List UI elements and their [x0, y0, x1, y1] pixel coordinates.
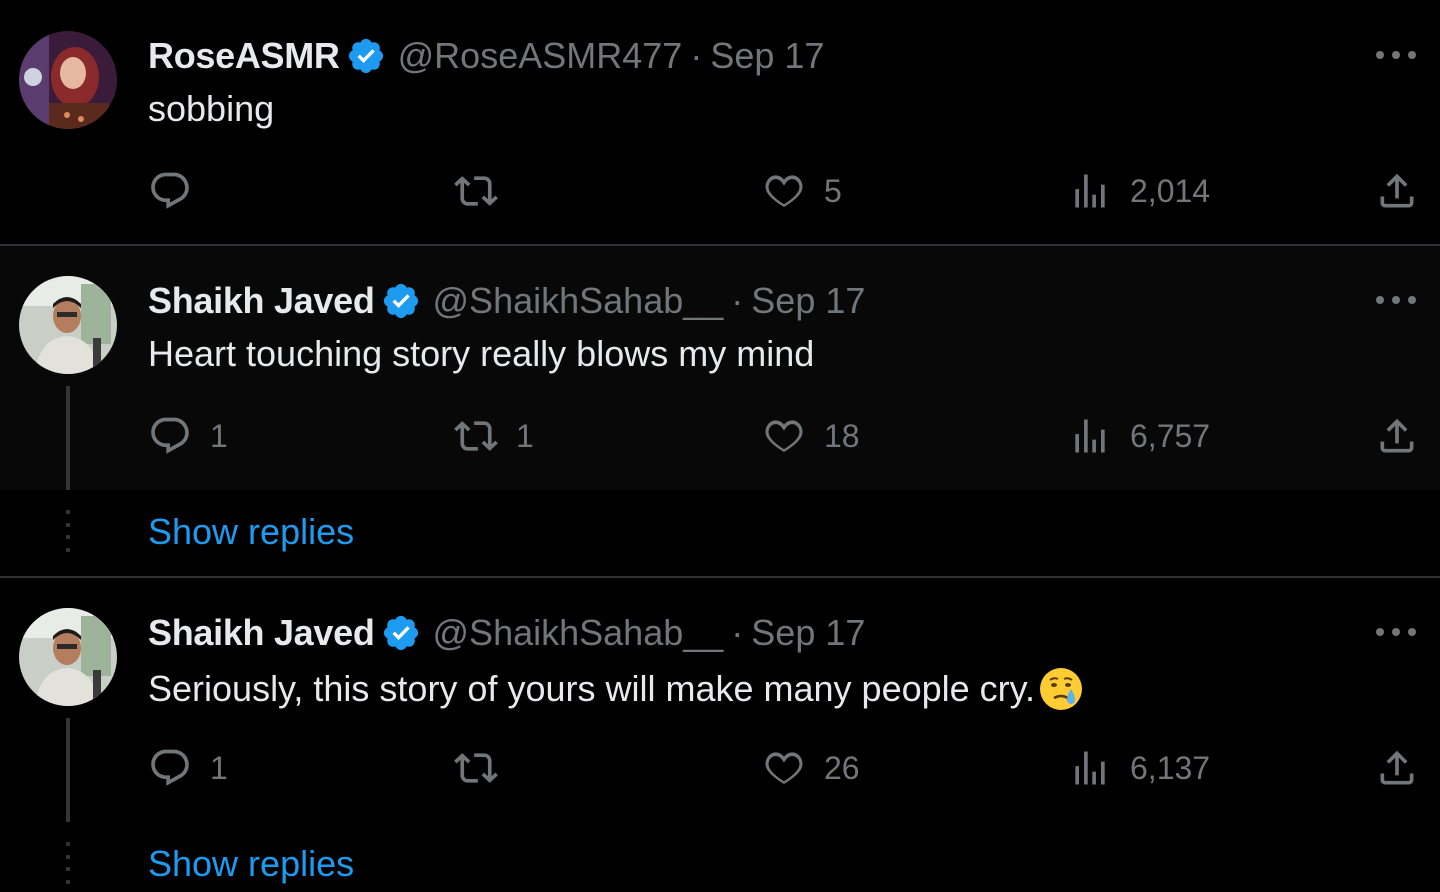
like-button[interactable]: 18 — [762, 411, 860, 461]
tweet-roseasmr[interactable]: RoseASMR @RoseASMR477 · Sep 17 sobbing 5 — [0, 0, 1440, 244]
like-button[interactable]: 26 — [762, 743, 860, 793]
comment-bubble-icon — [151, 749, 189, 786]
views-button[interactable]: 6,137 — [1068, 743, 1210, 793]
avatar[interactable] — [19, 31, 117, 129]
tweet-shaikh-javed-1[interactable]: Shaikh Javed @ShaikhSahab__ · Sep 17 Hea… — [0, 246, 1440, 490]
tweet-date[interactable]: Sep 17 — [751, 612, 865, 654]
more-dots-icon[interactable] — [1376, 40, 1416, 70]
show-replies-link[interactable]: Show replies — [148, 843, 354, 885]
retweet-button[interactable] — [454, 166, 498, 216]
like-count: 26 — [824, 749, 860, 786]
bar-chart-icon — [1075, 174, 1105, 208]
reply-button[interactable]: 1 — [148, 743, 228, 793]
user-handle[interactable]: @ShaikhSahab__ — [433, 280, 724, 322]
like-count: 5 — [824, 172, 842, 209]
thread-dots — [66, 510, 70, 552]
tweet-text-row: Seriously, this story of yours will make… — [148, 665, 1085, 713]
like-button[interactable]: 5 — [762, 166, 842, 216]
display-name[interactable]: RoseASMR — [148, 35, 340, 77]
bar-chart-icon — [1075, 751, 1105, 785]
more-dots-icon[interactable] — [1376, 617, 1416, 647]
retweet-button[interactable]: 1 — [454, 411, 534, 461]
separator-dot: · — [731, 280, 744, 321]
separator-dot: · — [690, 35, 703, 76]
show-replies-link[interactable]: Show replies — [148, 511, 354, 553]
separator-dot: · — [731, 612, 744, 653]
user-handle[interactable]: @ShaikhSahab__ — [433, 612, 724, 654]
tweet-date[interactable]: Sep 17 — [710, 35, 824, 77]
tweet-date[interactable]: Sep 17 — [751, 280, 865, 322]
tweet-header: RoseASMR @RoseASMR477 · Sep 17 — [148, 33, 824, 79]
tweet-shaikh-javed-2[interactable]: Shaikh Javed @ShaikhSahab__ · Sep 17 Ser… — [0, 578, 1440, 822]
share-icon — [1380, 173, 1414, 208]
tweet-actions: 1 26 6,137 — [0, 743, 1440, 793]
reply-button[interactable]: 1 — [148, 411, 228, 461]
reply-feed: RoseASMR @RoseASMR477 · Sep 17 sobbing 5 — [0, 0, 1440, 892]
tweet-text: sobbing — [148, 88, 275, 129]
share-button[interactable] — [1375, 166, 1419, 216]
crying-face-emoji — [1037, 665, 1085, 713]
verified-badge-icon — [346, 36, 386, 76]
retweet-icon — [454, 753, 498, 783]
tweet-text: Heart touching story really blows my min… — [148, 333, 815, 374]
heart-icon — [765, 175, 803, 207]
more-dots-icon[interactable] — [1376, 285, 1416, 315]
tweet-header: Shaikh Javed @ShaikhSahab__ · Sep 17 — [148, 610, 865, 656]
tweet-text: Seriously, this story of yours will make… — [148, 668, 1035, 709]
comment-bubble-icon — [151, 172, 189, 209]
reply-button[interactable] — [148, 166, 192, 216]
like-count: 18 — [824, 417, 860, 454]
retweet-icon — [454, 176, 498, 206]
retweet-button[interactable] — [454, 743, 498, 793]
bar-chart-icon — [1075, 419, 1105, 453]
view-count: 2,014 — [1130, 172, 1211, 209]
tweet-actions: 5 2,014 — [0, 166, 1440, 216]
share-button[interactable] — [1375, 743, 1419, 793]
retweet-icon — [454, 421, 498, 451]
verified-badge-icon — [381, 613, 421, 653]
reply-count: 1 — [210, 749, 228, 786]
display-name[interactable]: Shaikh Javed — [148, 280, 375, 322]
thread-dots — [66, 842, 70, 884]
verified-badge-icon — [381, 281, 421, 321]
display-name[interactable]: Shaikh Javed — [148, 612, 375, 654]
view-count: 6,137 — [1130, 749, 1211, 786]
reply-count: 1 — [210, 417, 228, 454]
share-button[interactable] — [1375, 411, 1419, 461]
avatar[interactable] — [19, 276, 117, 374]
view-count: 6,757 — [1130, 417, 1211, 454]
views-button[interactable]: 6,757 — [1068, 411, 1210, 461]
share-icon — [1380, 418, 1414, 453]
retweet-count: 1 — [516, 417, 534, 454]
heart-icon — [765, 752, 803, 784]
heart-icon — [765, 420, 803, 452]
share-icon — [1380, 750, 1414, 785]
views-button[interactable]: 2,014 — [1068, 166, 1210, 216]
avatar[interactable] — [19, 608, 117, 706]
tweet-header: Shaikh Javed @ShaikhSahab__ · Sep 17 — [148, 278, 865, 324]
user-handle[interactable]: @RoseASMR477 — [398, 35, 683, 77]
tweet-actions: 1 1 18 6,757 — [0, 411, 1440, 461]
comment-bubble-icon — [151, 417, 189, 454]
